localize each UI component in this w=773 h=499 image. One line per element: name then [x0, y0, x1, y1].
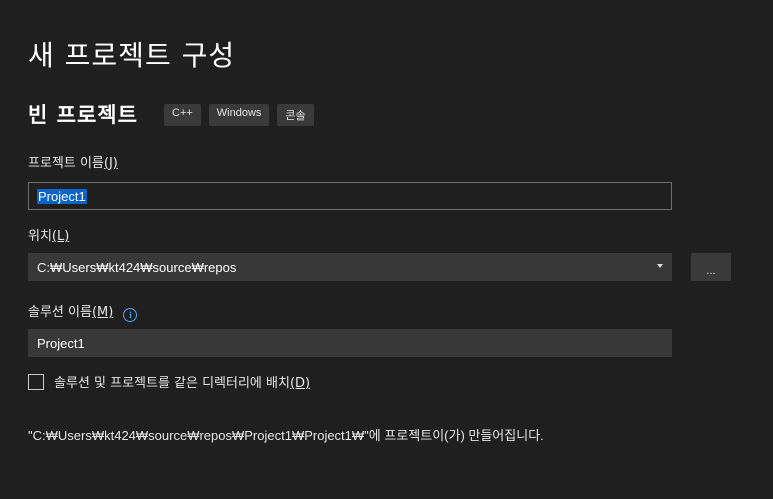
same-directory-label-text: 솔루션 및 프로젝트를 같은 디렉터리에 배치 — [54, 376, 290, 391]
browse-button[interactable]: ... — [691, 253, 731, 281]
same-directory-option[interactable]: 솔루션 및 프로젝트를 같은 디렉터리에 배치(D) — [28, 372, 310, 391]
project-name-label: 프로젝트 이름(J) — [28, 152, 118, 171]
project-name-value: Project1 — [37, 188, 87, 204]
solution-name-value: Project1 — [37, 335, 85, 351]
tag-console: 콘솔 — [277, 104, 314, 126]
template-tags: C++ Windows 콘솔 — [164, 104, 314, 126]
solution-name-access-key: (M) — [91, 305, 114, 320]
solution-name-input[interactable]: Project1 — [28, 329, 672, 357]
project-name-label-text: 프로젝트 이름 — [28, 156, 104, 171]
project-name-input[interactable]: Project1 — [28, 182, 672, 210]
location-value: C:₩Users₩kt424₩source₩repos — [37, 259, 237, 275]
location-label-text: 위치 — [28, 229, 52, 244]
solution-name-label-text: 솔루션 이름 — [28, 305, 92, 320]
creation-path-summary: "C:₩Users₩kt424₩source₩repos₩Project1₩Pr… — [28, 428, 544, 443]
template-name: 빈 프로젝트 — [28, 103, 138, 127]
tag-windows: Windows — [208, 104, 270, 126]
solution-name-label: 솔루션 이름(M) i — [28, 301, 138, 322]
info-icon[interactable]: i — [123, 308, 138, 322]
project-name-access-key: (J) — [103, 156, 118, 171]
location-access-key: (L) — [51, 229, 70, 244]
location-label: 위치(L) — [28, 225, 69, 244]
page-title: 새 프로젝트 구성 — [28, 39, 236, 72]
location-dropdown[interactable]: C:₩Users₩kt424₩source₩repos — [28, 253, 672, 281]
same-directory-label: 솔루션 및 프로젝트를 같은 디렉터리에 배치(D) — [54, 372, 310, 391]
tag-cpp: C++ — [164, 104, 201, 126]
chevron-down-icon — [657, 264, 663, 268]
same-directory-access-key: (D) — [289, 376, 311, 391]
same-directory-checkbox[interactable] — [28, 373, 44, 390]
